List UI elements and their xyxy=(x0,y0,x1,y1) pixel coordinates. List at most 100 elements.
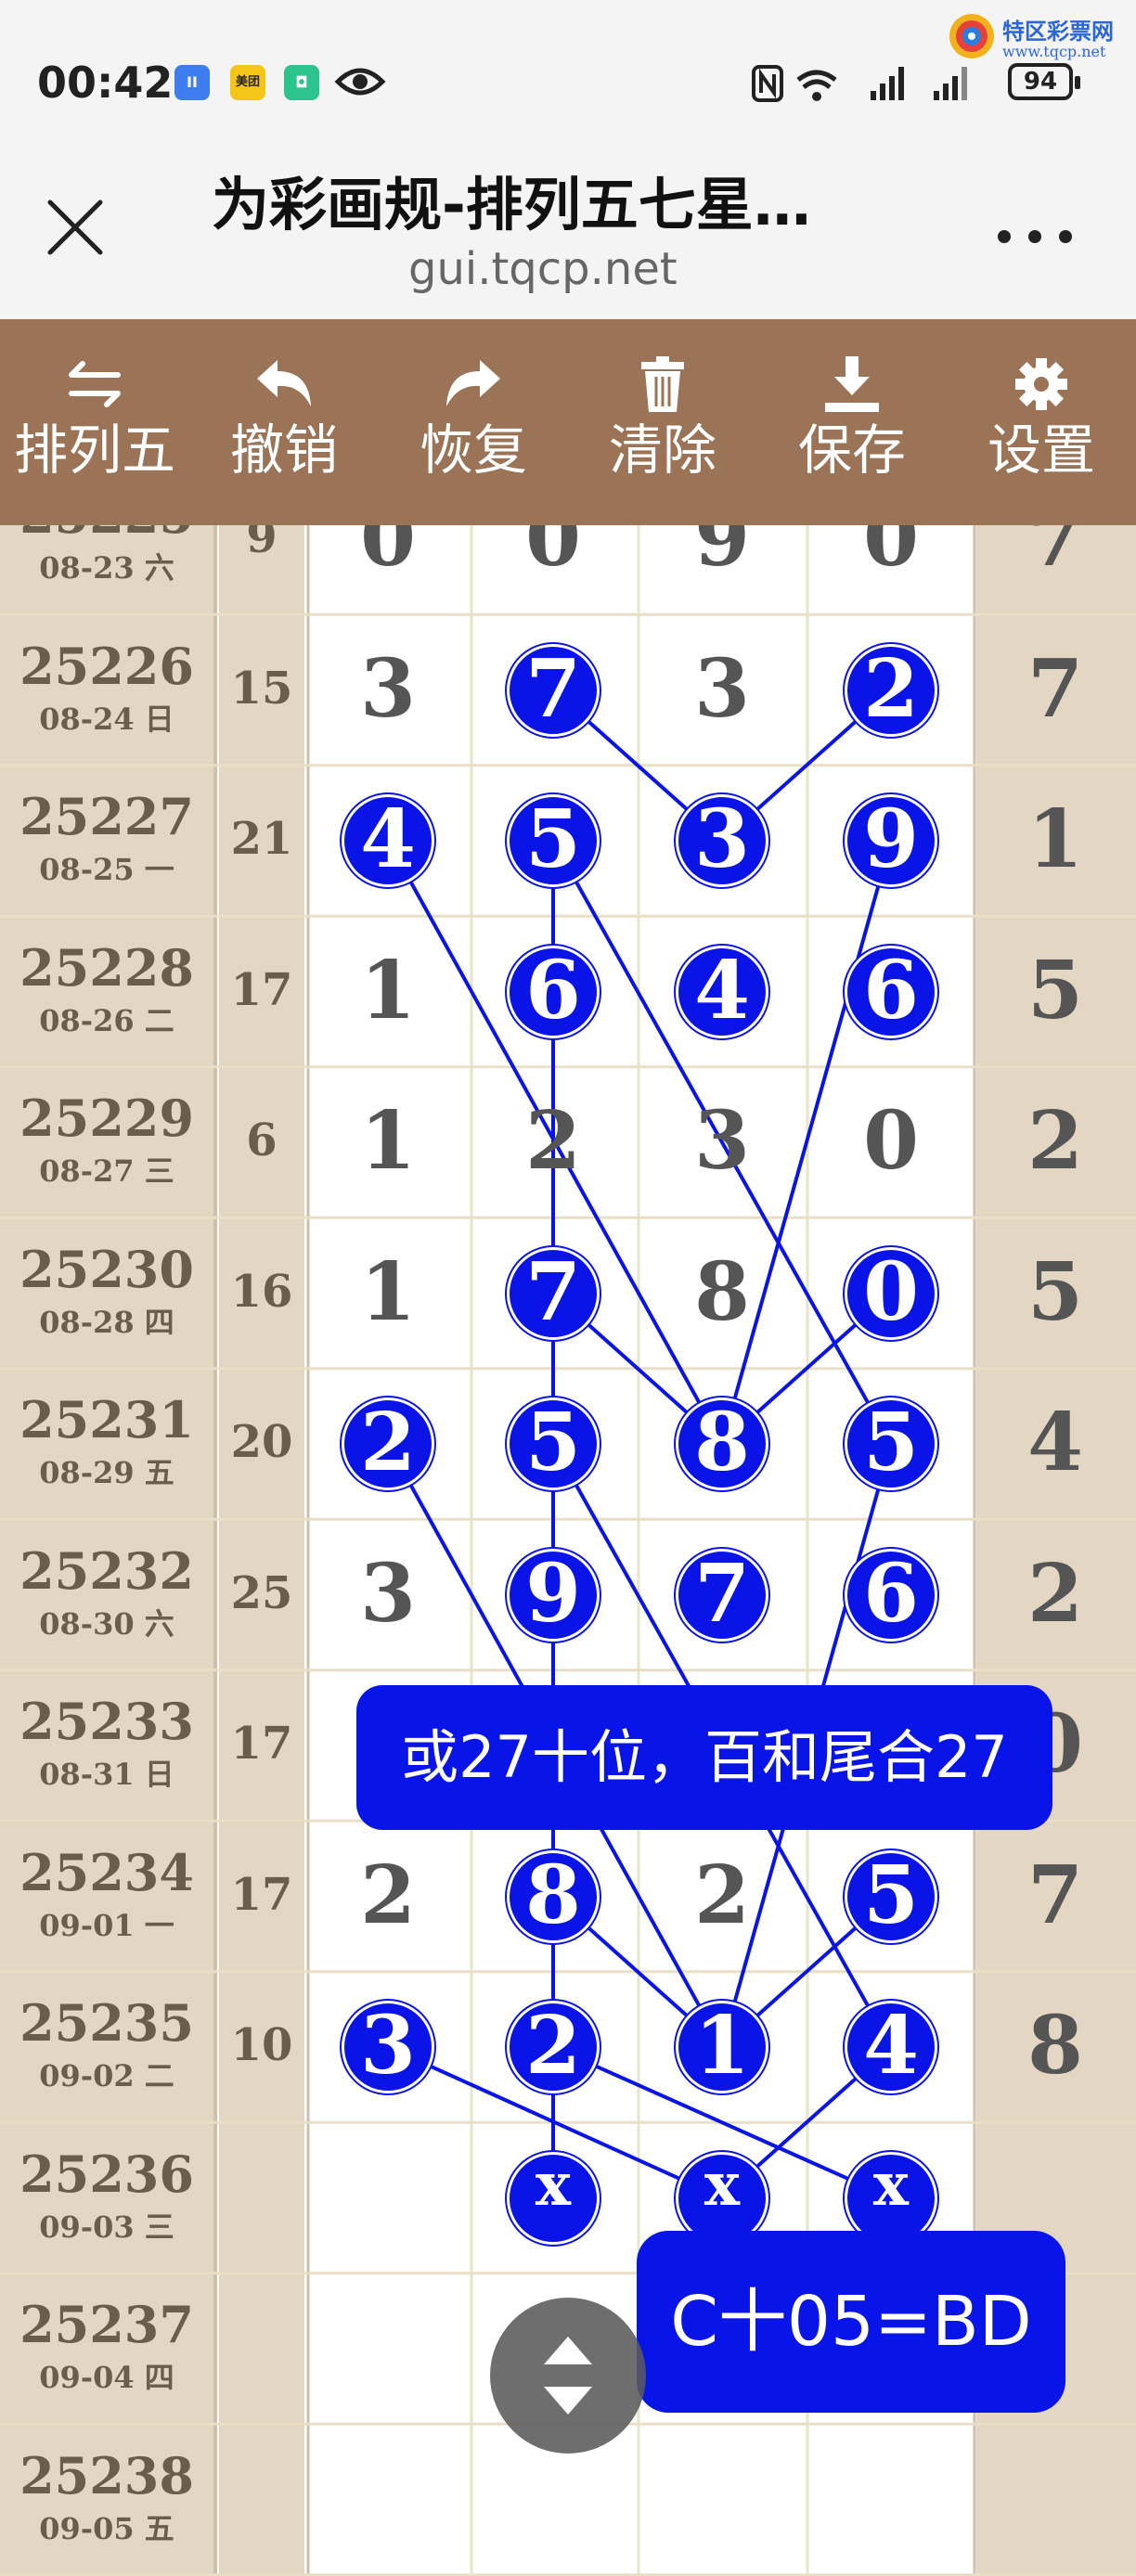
app-notification-icon: ◘ xyxy=(284,65,319,100)
digit-cell[interactable]: 6 xyxy=(497,944,609,1037)
sum-value: 21 xyxy=(230,813,293,865)
watermark-url: www.tqcp.net xyxy=(1002,43,1106,60)
download-icon xyxy=(825,356,879,412)
digit-cell[interactable]: 3 xyxy=(332,1547,444,1641)
clock: 00:42 xyxy=(37,58,174,108)
digit-cell[interactable]: 3 xyxy=(666,642,778,736)
tail-digit: 2 xyxy=(1027,1546,1083,1641)
toolbar-label: 恢复 xyxy=(419,419,527,482)
digit-cell[interactable]: 1 xyxy=(332,944,444,1037)
digit-cell[interactable]: 3 xyxy=(332,642,444,736)
system-status-icons xyxy=(752,65,967,102)
gear-icon xyxy=(1015,358,1067,410)
digit-cell[interactable]: x xyxy=(835,2150,947,2220)
toolbar-redo-button[interactable]: 恢复 xyxy=(379,319,568,525)
issue-date: 09-05 五 xyxy=(39,2510,174,2546)
digit-cell[interactable]: 3 xyxy=(666,792,778,886)
digit-cell[interactable]: 3 xyxy=(666,1094,778,1188)
digit-cell[interactable]: 2 xyxy=(332,1848,444,1942)
digit-cell[interactable]: 1 xyxy=(666,1999,778,2093)
digit-cell[interactable]: 7 xyxy=(497,1245,609,1339)
digit-cell[interactable]: 0 xyxy=(835,1245,947,1339)
digit-cell[interactable]: 7 xyxy=(497,642,609,736)
digit-cell[interactable]: 0 xyxy=(497,525,609,585)
toolbar-label: 设置 xyxy=(987,419,1095,482)
digit-cell[interactable]: 1 xyxy=(332,1094,444,1188)
issue-date: 08-27 三 xyxy=(39,1153,174,1189)
annotation-note[interactable]: C十05=BD xyxy=(637,2231,1065,2413)
digit-cell[interactable]: 4 xyxy=(332,792,444,886)
issue-number: 25230 xyxy=(19,1239,194,1299)
digit-cell[interactable]: 2 xyxy=(666,1848,778,1942)
toolbar-undo-button[interactable]: 撤销 xyxy=(189,319,379,525)
digit-cell[interactable]: 2 xyxy=(835,642,947,736)
digit-cell[interactable]: 8 xyxy=(497,1848,609,1942)
digit-cell[interactable]: 2 xyxy=(497,1999,609,2093)
digit-cell[interactable]: 8 xyxy=(666,1396,778,1489)
tail-digit: 7 xyxy=(1027,641,1083,736)
issue-date: 09-04 四 xyxy=(39,2360,174,2395)
issue-number: 25235 xyxy=(19,1993,194,2053)
digit-cell[interactable]: 5 xyxy=(497,1396,609,1489)
issue-date: 08-31 日 xyxy=(39,1757,174,1792)
tail-digit: 5 xyxy=(1027,1244,1083,1339)
issue-label: 25233 08-31 日 xyxy=(0,1692,213,1794)
issue-number: 25228 xyxy=(19,937,194,998)
digit-cell[interactable]: 3 xyxy=(332,1999,444,2093)
page-url: gui.tqcp.net xyxy=(408,243,678,295)
issue-date: 08-29 五 xyxy=(39,1455,174,1490)
digit-cell[interactable]: 2 xyxy=(497,1094,609,1188)
digit-cell[interactable]: 9 xyxy=(497,1547,609,1641)
digit-cell[interactable]: 0 xyxy=(332,525,444,585)
signal-icon xyxy=(934,67,967,100)
issue-date: 08-30 六 xyxy=(39,1605,174,1642)
digit-cell[interactable]: 8 xyxy=(666,1245,778,1339)
digit-cell[interactable]: 0 xyxy=(835,1094,947,1188)
toolbar-save-button[interactable]: 保存 xyxy=(757,319,947,525)
toolbar-label: 保存 xyxy=(797,419,906,482)
issue-label: 25225 08-23 六 xyxy=(0,525,213,587)
digit-cell[interactable]: 6 xyxy=(835,944,947,1037)
issue-number: 25226 xyxy=(19,636,194,696)
issue-number: 25234 xyxy=(19,1842,194,1902)
toolbar-label: 排列五 xyxy=(13,419,175,482)
issue-number: 25231 xyxy=(19,1390,194,1449)
digit-cell[interactable]: 5 xyxy=(497,792,609,886)
close-icon[interactable] xyxy=(43,195,108,260)
digit-cell[interactable]: 6 xyxy=(835,1547,947,1641)
issue-label: 25226 08-24 日 xyxy=(0,637,213,739)
more-options-icon[interactable] xyxy=(993,223,1077,251)
digit-cell[interactable]: x xyxy=(497,2150,609,2220)
digit-cell[interactable]: 0 xyxy=(835,525,947,585)
eye-icon xyxy=(334,68,386,96)
trash-icon xyxy=(641,356,684,412)
digit-cell[interactable]: 5 xyxy=(835,1396,947,1489)
sum-value: 10 xyxy=(230,2019,293,2071)
digit-cell[interactable]: 5 xyxy=(835,1848,947,1942)
meituan-icon: 美团 xyxy=(230,65,265,100)
tail-digit: 2 xyxy=(1027,1094,1083,1188)
toolbar-settings-button[interactable]: 设置 xyxy=(947,319,1136,525)
tail-digit: 8 xyxy=(1027,1999,1083,2093)
sum-value: 25 xyxy=(230,1566,293,1619)
scroll-toggle-button[interactable] xyxy=(490,2298,646,2454)
toolbar-game-switch-button[interactable]: 排列五 xyxy=(0,319,189,525)
digit-cell[interactable]: x xyxy=(666,2150,778,2220)
sum-value: 15 xyxy=(230,662,293,715)
toolbar-clear-button[interactable]: 清除 xyxy=(568,319,757,525)
digit-cell[interactable]: 7 xyxy=(666,1547,778,1641)
wifi-icon xyxy=(796,70,837,101)
digit-cell[interactable]: 9 xyxy=(666,525,778,585)
digit-cell[interactable]: 4 xyxy=(666,944,778,1037)
digit-cell[interactable]: 4 xyxy=(835,1999,947,2093)
issue-number: 25229 xyxy=(19,1088,194,1148)
issue-date: 09-01 一 xyxy=(39,1907,174,1943)
digit-cell[interactable]: 1 xyxy=(332,1245,444,1339)
digit-cell[interactable]: 2 xyxy=(332,1396,444,1489)
issue-number: 25232 xyxy=(19,1540,194,1601)
site-logo-icon xyxy=(949,14,994,58)
issue-date: 08-26 二 xyxy=(39,1002,174,1038)
annotation-note[interactable]: 或27十位，百和尾合27 xyxy=(356,1685,1052,1830)
tail-digit: 7 xyxy=(1027,525,1083,585)
digit-cell[interactable]: 9 xyxy=(835,792,947,886)
